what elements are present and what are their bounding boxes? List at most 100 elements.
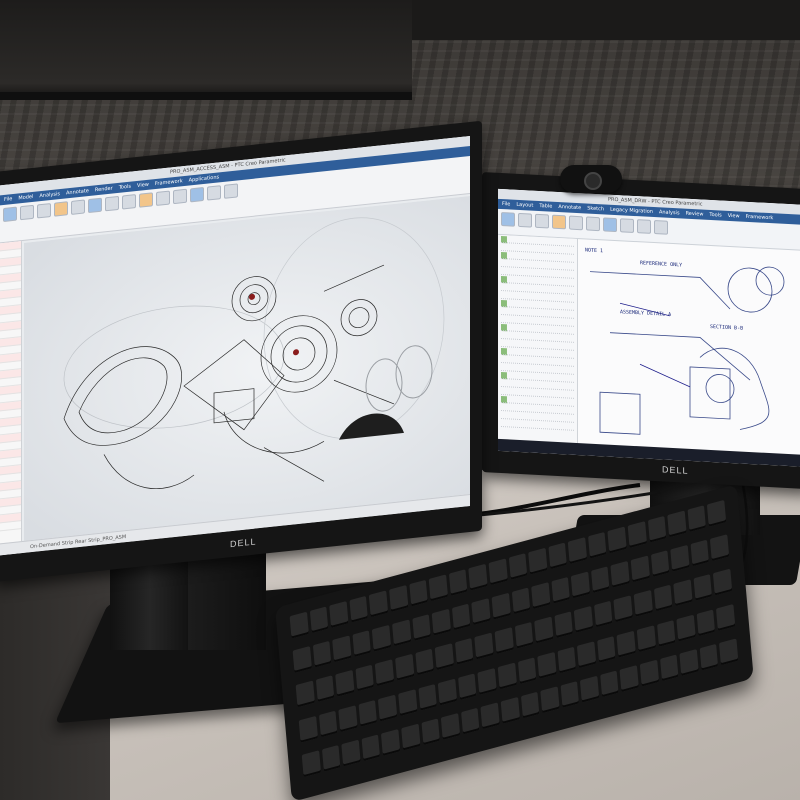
tab-review[interactable]: Review bbox=[686, 209, 704, 220]
toolbar-button[interactable] bbox=[654, 220, 668, 235]
keyboard-key[interactable] bbox=[613, 595, 633, 623]
keyboard-key[interactable] bbox=[693, 574, 713, 602]
tab-tools[interactable]: Tools bbox=[709, 210, 721, 221]
keyboard-key[interactable] bbox=[520, 691, 540, 719]
toolbar-button[interactable] bbox=[207, 185, 221, 201]
toolbar-button[interactable] bbox=[603, 217, 617, 233]
keyboard-key[interactable] bbox=[355, 664, 375, 692]
toolbar-button[interactable] bbox=[535, 213, 549, 229]
keyboard-key[interactable] bbox=[619, 664, 639, 692]
keyboard-key[interactable] bbox=[434, 643, 454, 671]
keyboard-key[interactable] bbox=[332, 635, 352, 663]
tab-table[interactable]: Table bbox=[539, 201, 552, 212]
keyboard-key[interactable] bbox=[534, 616, 554, 644]
toolbar-button[interactable] bbox=[620, 218, 634, 233]
keyboard-key[interactable] bbox=[431, 609, 451, 636]
keyboard-key[interactable] bbox=[531, 582, 551, 610]
toolbar-button[interactable] bbox=[586, 216, 600, 232]
keyboard-key[interactable] bbox=[488, 558, 508, 586]
keyboard-key[interactable] bbox=[710, 534, 730, 562]
keyboard-key[interactable] bbox=[508, 553, 528, 580]
keyboard-key[interactable] bbox=[369, 590, 389, 618]
tab-render[interactable]: Render bbox=[95, 184, 113, 196]
keyboard-key[interactable] bbox=[352, 630, 372, 658]
keyboard-key[interactable] bbox=[421, 718, 440, 745]
keyboard-key[interactable] bbox=[600, 670, 619, 697]
toolbar-button[interactable] bbox=[54, 201, 68, 217]
tab-sketch[interactable]: Sketch bbox=[587, 204, 604, 215]
toolbar-button[interactable] bbox=[518, 212, 532, 228]
keyboard-key[interactable] bbox=[309, 606, 329, 634]
keyboard-key[interactable] bbox=[395, 654, 415, 682]
keyboard-key[interactable] bbox=[500, 696, 520, 724]
keyboard-key[interactable] bbox=[517, 656, 537, 684]
toolbar-button[interactable] bbox=[173, 188, 187, 205]
keyboard-key[interactable] bbox=[593, 600, 613, 628]
keyboard-key[interactable] bbox=[699, 643, 719, 671]
left-model-tree[interactable] bbox=[0, 241, 22, 556]
keyboard-key[interactable] bbox=[656, 619, 676, 647]
keyboard-key[interactable] bbox=[557, 646, 577, 674]
keyboard-key[interactable] bbox=[540, 686, 560, 713]
keyboard-key[interactable] bbox=[338, 704, 358, 732]
keyboard-key[interactable] bbox=[577, 640, 597, 668]
keyboard-key[interactable] bbox=[679, 648, 699, 676]
keyboard-key[interactable] bbox=[554, 611, 574, 639]
toolbar-button[interactable] bbox=[156, 190, 170, 206]
tab-analysis[interactable]: Analysis bbox=[659, 207, 680, 218]
keyboard-key[interactable] bbox=[514, 622, 534, 650]
keyboard-key[interactable] bbox=[494, 627, 514, 655]
keyboard-key[interactable] bbox=[312, 640, 332, 668]
cad-3d-viewport[interactable] bbox=[24, 195, 470, 541]
keyboard-key[interactable] bbox=[375, 659, 395, 687]
keyboard-key[interactable] bbox=[292, 646, 312, 674]
toolbar-button[interactable] bbox=[3, 206, 17, 223]
tab-file[interactable]: File bbox=[4, 194, 12, 205]
keyboard-key[interactable] bbox=[318, 710, 338, 738]
keyboard-key[interactable] bbox=[315, 675, 335, 703]
keyboard-key[interactable] bbox=[713, 569, 733, 596]
keyboard-key[interactable] bbox=[560, 680, 580, 708]
keyboard-key[interactable] bbox=[630, 555, 650, 583]
keyboard-key[interactable] bbox=[392, 619, 411, 647]
keyboard-key[interactable] bbox=[636, 624, 656, 652]
tab-view[interactable]: View bbox=[137, 180, 149, 191]
keyboard-key[interactable] bbox=[378, 694, 398, 722]
keyboard-key[interactable] bbox=[497, 662, 517, 690]
keyboard-key[interactable] bbox=[335, 670, 355, 698]
keyboard-key[interactable] bbox=[616, 630, 636, 658]
keyboard-key[interactable] bbox=[349, 595, 369, 623]
toolbar-button[interactable] bbox=[71, 199, 85, 215]
toolbar-button[interactable] bbox=[20, 204, 34, 221]
keyboard-key[interactable] bbox=[437, 678, 457, 706]
keyboard-key[interactable] bbox=[440, 712, 460, 740]
keyboard-key[interactable] bbox=[690, 539, 710, 567]
toolbar-button[interactable] bbox=[224, 183, 238, 199]
keyboard-key[interactable] bbox=[511, 587, 531, 615]
keyboard-key[interactable] bbox=[590, 566, 610, 594]
keyboard-key[interactable] bbox=[381, 728, 401, 756]
keyboard-key[interactable] bbox=[707, 499, 727, 527]
drawing-canvas[interactable]: NOTE 1 REFERENCE ONLY ASSEMBLY DETAIL A … bbox=[580, 241, 800, 453]
keyboard-key[interactable] bbox=[627, 521, 647, 548]
toolbar-button[interactable] bbox=[190, 186, 204, 203]
keyboard-key[interactable] bbox=[548, 542, 568, 570]
keyboard-key[interactable] bbox=[480, 702, 500, 729]
keyboard-key[interactable] bbox=[653, 584, 673, 612]
keyboard-key[interactable] bbox=[551, 577, 571, 604]
keyboard-key[interactable] bbox=[610, 561, 630, 588]
toolbar-button[interactable] bbox=[637, 219, 651, 234]
keyboard-key[interactable] bbox=[301, 750, 321, 777]
keyboard-key[interactable] bbox=[716, 603, 736, 631]
tab-framework[interactable]: Framework bbox=[746, 212, 774, 223]
keyboard-key[interactable] bbox=[696, 608, 716, 636]
model-tree[interactable] bbox=[498, 234, 578, 444]
keyboard-key[interactable] bbox=[647, 515, 667, 543]
keyboard-key[interactable] bbox=[528, 547, 548, 575]
keyboard-key[interactable] bbox=[687, 505, 707, 532]
keyboard-key[interactable] bbox=[408, 579, 428, 607]
keyboard-key[interactable] bbox=[451, 603, 471, 631]
keyboard-key[interactable] bbox=[358, 699, 378, 727]
toolbar-button[interactable] bbox=[569, 215, 583, 231]
keyboard-key[interactable] bbox=[372, 625, 392, 652]
